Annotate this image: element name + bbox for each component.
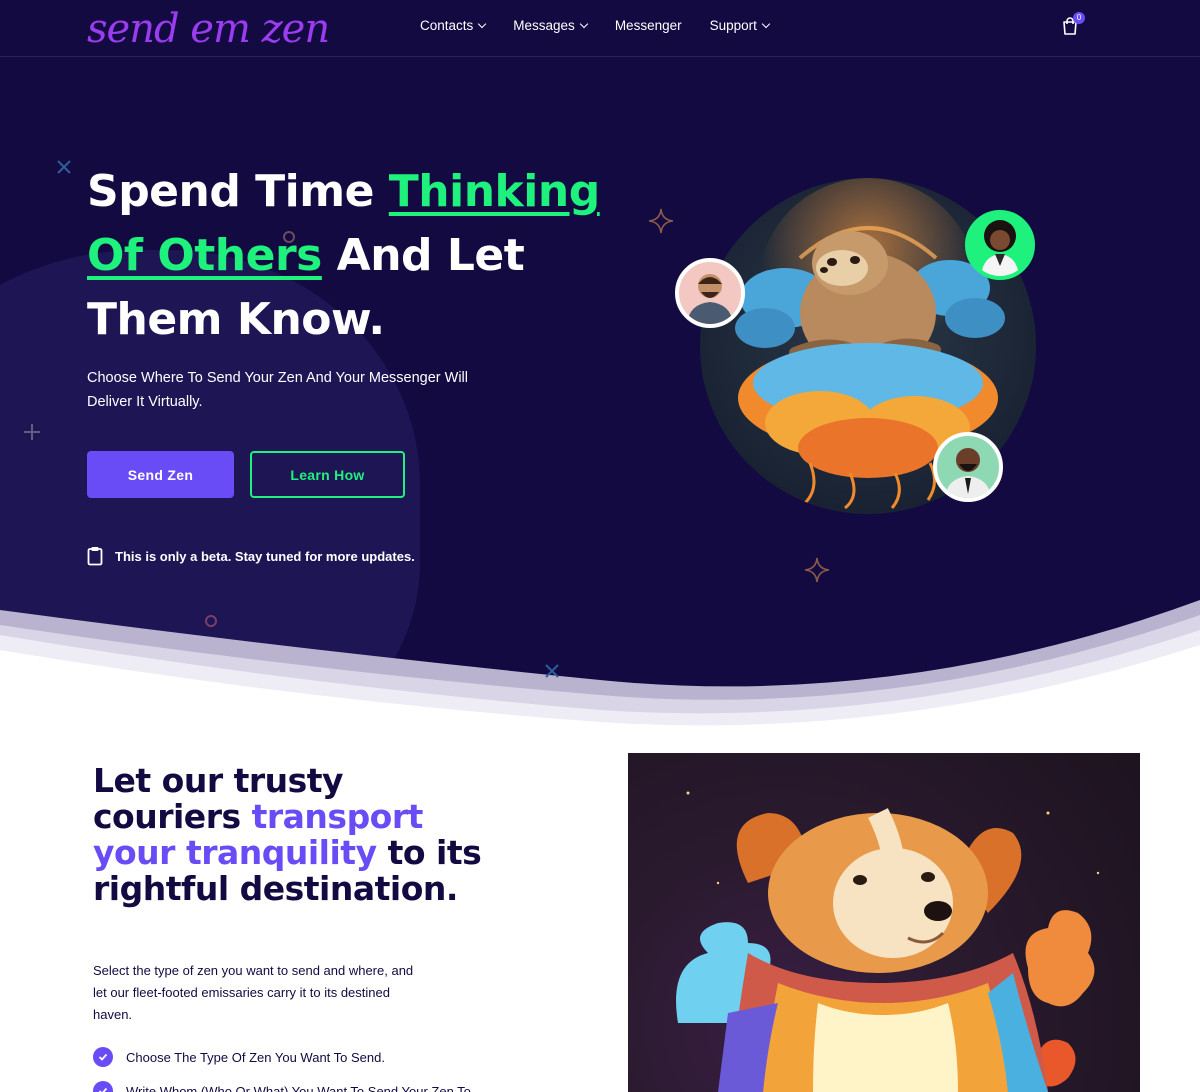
hero-title-part: Spend Time bbox=[87, 166, 389, 217]
chevron-down-icon bbox=[478, 19, 487, 28]
list-item: Choose The Type Of Zen You Want To Send. bbox=[93, 1046, 475, 1068]
cross-decoration-icon bbox=[57, 160, 71, 174]
top-navigation: send em zen Contacts Messages Messenger … bbox=[0, 0, 1200, 57]
dog-illustration bbox=[628, 753, 1140, 1092]
landing-page: send em zen Contacts Messages Messenger … bbox=[0, 0, 1200, 1092]
person-avatar-image bbox=[981, 220, 1019, 276]
person-avatar-image bbox=[687, 274, 733, 324]
nav-label: Messages bbox=[513, 18, 575, 33]
cart-count-badge: 0 bbox=[1073, 12, 1085, 24]
sparkle-decoration-icon bbox=[804, 557, 830, 583]
nav-item-support[interactable]: Support bbox=[709, 18, 771, 33]
site-logo[interactable]: send em zen bbox=[87, 6, 330, 52]
hero-wave-divider bbox=[0, 600, 1200, 740]
check-circle-icon bbox=[93, 1047, 113, 1067]
list-item: Write Whom (Who Or What) You Want To Sen… bbox=[93, 1080, 475, 1092]
nav-item-messages[interactable]: Messages bbox=[513, 18, 589, 33]
hero-section: send em zen Contacts Messages Messenger … bbox=[0, 0, 1200, 740]
chevron-down-icon bbox=[579, 19, 589, 28]
avatar bbox=[965, 210, 1035, 280]
beta-notice: This is only a beta. Stay tuned for more… bbox=[87, 546, 415, 566]
nav-item-messenger[interactable]: Messenger bbox=[615, 18, 682, 33]
hero-title: Spend Time Thinking Of Others And Let The… bbox=[87, 160, 607, 352]
plus-decoration-icon bbox=[24, 424, 40, 440]
avatar bbox=[675, 258, 745, 328]
beta-notice-text: This is only a beta. Stay tuned for more… bbox=[115, 548, 415, 564]
cart-button[interactable]: 0 bbox=[1060, 12, 1085, 38]
checklist-text: Choose The Type Of Zen You Want To Send. bbox=[126, 1049, 385, 1065]
hero-subtitle: Choose Where To Send Your Zen And Your M… bbox=[87, 370, 468, 410]
couriers-title: Let our trusty couriers transport your t… bbox=[93, 763, 493, 907]
rainbow-dog-image bbox=[676, 791, 1100, 1092]
person-avatar-image bbox=[945, 448, 991, 498]
hero-title-highlight: Thinking bbox=[388, 166, 600, 217]
cross-decoration-icon bbox=[545, 664, 559, 678]
nav-label: Contacts bbox=[420, 18, 474, 33]
nav-item-contacts[interactable]: Contacts bbox=[420, 18, 487, 33]
chevron-down-icon bbox=[761, 19, 771, 28]
learn-how-button[interactable]: Learn How bbox=[250, 451, 405, 498]
avatar bbox=[933, 432, 1003, 502]
clipboard-icon bbox=[87, 547, 103, 566]
send-zen-button[interactable]: Send Zen bbox=[87, 451, 234, 498]
couriers-subtitle: Select the type of zen you want to send … bbox=[93, 963, 414, 1022]
hero-title-highlight: Of Others bbox=[87, 230, 322, 281]
sparkle-decoration-icon bbox=[648, 208, 674, 234]
nav-label: Messenger bbox=[614, 18, 682, 33]
main-menu: Contacts Messages Messenger Support bbox=[420, 18, 771, 33]
check-circle-icon bbox=[93, 1081, 113, 1092]
feature-checklist: Choose The Type Of Zen You Want To Send.… bbox=[93, 1046, 475, 1092]
checklist-text: Write Whom (Who Or What) You Want To Sen… bbox=[126, 1083, 475, 1092]
nav-label: Support bbox=[709, 18, 757, 33]
